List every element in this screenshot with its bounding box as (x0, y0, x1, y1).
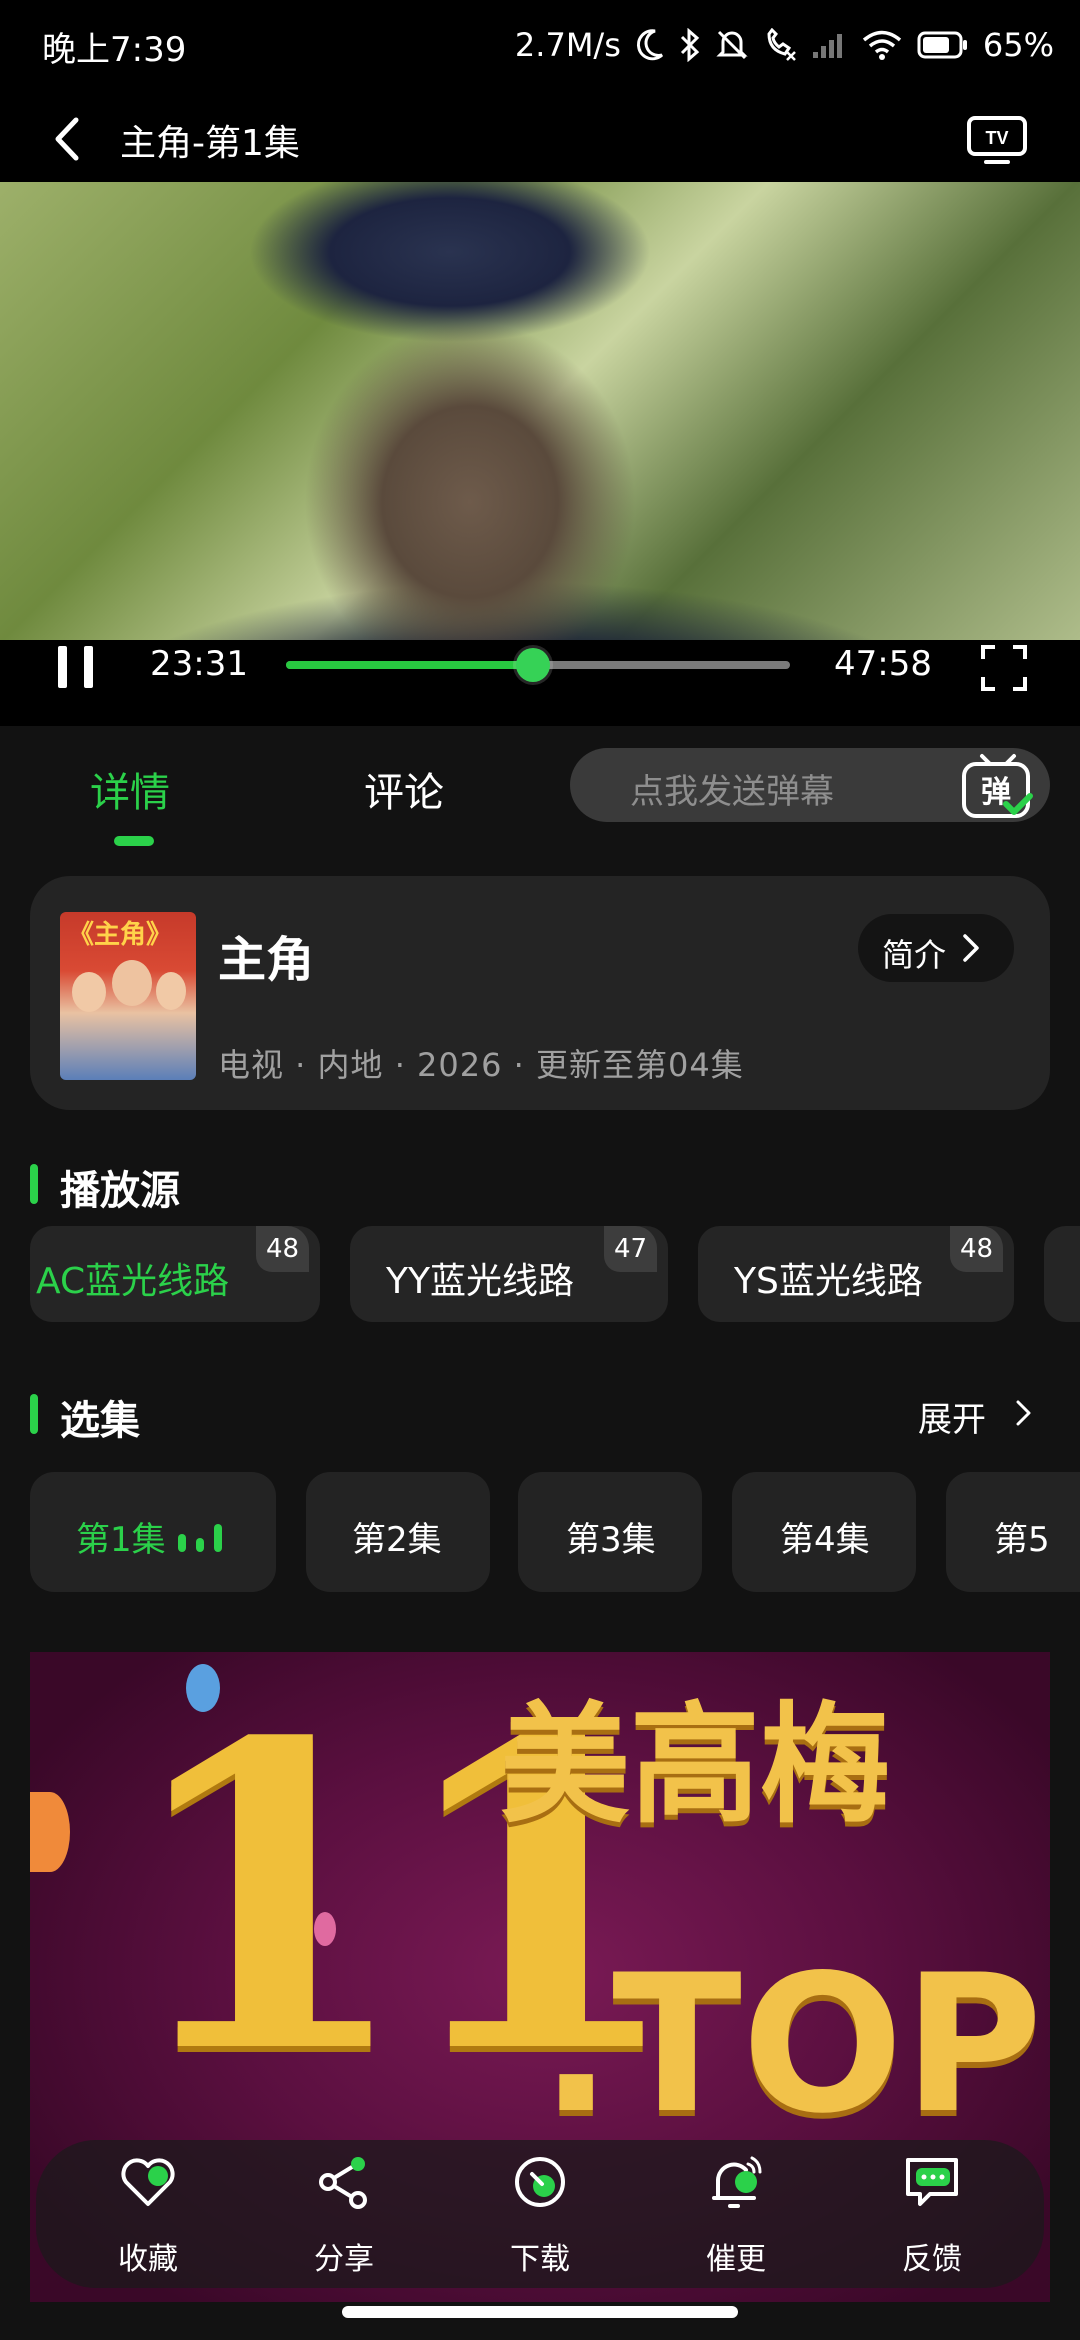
tab-details-indicator (114, 836, 154, 846)
status-time: 晚上7:39 (42, 30, 187, 70)
now-playing-icon (178, 1524, 222, 1552)
action-download-label[interactable]: 下载 (480, 2234, 600, 2278)
status-icons: 2.7M/s 65% (515, 18, 1054, 72)
share-icon[interactable] (314, 2152, 374, 2212)
poster-figure (156, 972, 186, 1010)
chevron-right-icon (1016, 1400, 1031, 1426)
network-speed: 2.7M/s (514, 26, 621, 64)
action-feedback-label[interactable]: 反馈 (872, 2234, 992, 2278)
source-label: YY蓝光线路 (386, 1261, 574, 1302)
battery-icon (917, 31, 967, 59)
signal-icon (812, 34, 842, 58)
wifi-icon (862, 30, 901, 60)
progress-thumb[interactable] (515, 648, 550, 682)
source-count-badge: 48 (950, 1226, 1004, 1272)
action-favorite-label[interactable]: 收藏 (88, 2234, 208, 2278)
chevron-right-icon (963, 934, 979, 962)
section-title-sources: 播放源 (60, 1168, 180, 1214)
ad-domain: .TOP (540, 1934, 1043, 2155)
ad-decoration (30, 1792, 70, 1872)
source-count-badge: 47 (604, 1226, 658, 1272)
video-frame[interactable] (0, 182, 1080, 640)
svg-text:TV: TV (985, 128, 1008, 148)
episode-label: 第1集 (76, 1520, 166, 1560)
action-urge-label[interactable]: 催更 (676, 2234, 796, 2278)
call-icon (767, 28, 796, 61)
poster-title: 《主角》 (68, 920, 173, 950)
bluetooth-icon (680, 28, 700, 62)
page-title: 主角-第1集 (120, 123, 300, 164)
episode-label: 第5 (994, 1520, 1050, 1560)
action-share-label[interactable]: 分享 (284, 2234, 404, 2278)
section-title-episodes: 选集 (60, 1398, 140, 1444)
progress-fill (286, 661, 533, 669)
home-indicator[interactable] (342, 2306, 738, 2318)
source-label: AC蓝光线路 (36, 1261, 230, 1302)
danmu-placeholder: 点我发送弹幕 (630, 772, 834, 812)
section-marker (30, 1394, 38, 1434)
ad-brand: 美高梅 (500, 1689, 891, 1841)
pause-icon[interactable] (54, 644, 98, 690)
tab-comments[interactable]: 评论 (364, 760, 444, 818)
show-meta: 电视 · 内地 · 2026 · 更新至第04集 (218, 1046, 744, 1084)
total-time: 47:58 (834, 644, 932, 684)
section-marker (30, 1164, 38, 1204)
poster-figure (72, 972, 106, 1012)
tv-cast-icon[interactable]: TV (966, 112, 1028, 166)
source-chip-more[interactable] (1044, 1226, 1080, 1322)
fullscreen-icon[interactable] (980, 644, 1028, 692)
back-icon[interactable] (48, 116, 88, 162)
episode-label: 第2集 (352, 1520, 442, 1560)
battery-percent: 65% (982, 26, 1054, 64)
expand-button[interactable]: 展开 (918, 1392, 986, 1441)
feedback-icon[interactable] (902, 2152, 962, 2212)
tab-details[interactable]: 详情 (90, 760, 170, 818)
danmu-icon[interactable]: 弹 (960, 752, 1036, 822)
bell-ring-icon[interactable] (706, 2152, 766, 2212)
moon-icon (636, 29, 663, 61)
poster-figure (112, 960, 152, 1006)
heart-icon[interactable] (118, 2152, 178, 2212)
episode-label: 第4集 (780, 1520, 870, 1560)
source-count-badge: 48 (256, 1226, 310, 1272)
bell-muted-icon (716, 30, 748, 60)
source-label: YS蓝光线路 (734, 1261, 923, 1302)
show-title: 主角 (218, 932, 315, 988)
episode-label: 第3集 (566, 1520, 656, 1560)
current-time: 23:31 (150, 644, 248, 684)
intro-label: 简介 (882, 936, 947, 974)
download-icon[interactable] (510, 2152, 570, 2212)
